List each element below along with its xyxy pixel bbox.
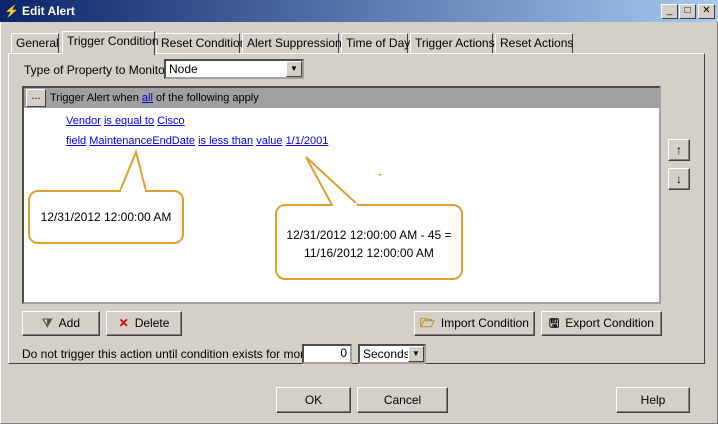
left-callout-gap <box>121 189 145 193</box>
callout-pointers <box>119 148 359 206</box>
right-callout-pointer <box>305 156 359 206</box>
left-callout-pointer <box>119 148 147 192</box>
right-callout-gap <box>333 203 357 207</box>
